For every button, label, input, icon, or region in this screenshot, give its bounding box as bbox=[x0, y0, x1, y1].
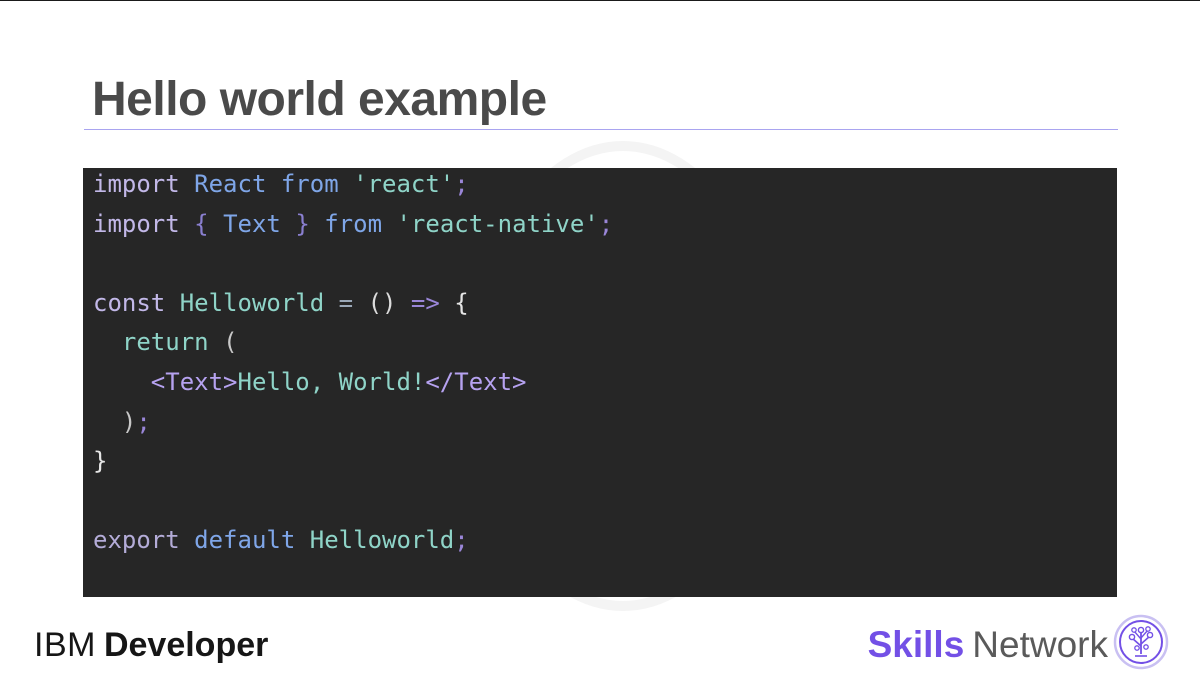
title-divider bbox=[84, 129, 1118, 130]
code-token: 'react-native' bbox=[396, 209, 599, 238]
code-token: from bbox=[324, 209, 383, 238]
code-token: Helloworld bbox=[179, 288, 325, 317]
code-token: <Text> bbox=[150, 367, 238, 396]
code-block: import React from 'react'; import { Text … bbox=[83, 168, 1117, 597]
code-token: from bbox=[280, 170, 339, 198]
ibm-wordmark: IBM bbox=[34, 626, 96, 664]
code-token: = bbox=[338, 288, 354, 317]
code-line: import React from 'react'; bbox=[93, 165, 1117, 205]
code-token: 'react' bbox=[353, 170, 455, 198]
code-token: ) bbox=[121, 407, 137, 436]
code-line: <Text>Hello, World!</Text> bbox=[93, 363, 1117, 403]
code-line: ); bbox=[93, 403, 1117, 443]
code-token: import bbox=[93, 170, 180, 198]
code-token: ; bbox=[136, 407, 151, 436]
code-token: => bbox=[410, 288, 440, 317]
code-token: Helloworld bbox=[309, 526, 455, 555]
code-token: ( bbox=[223, 328, 238, 357]
code-token: } bbox=[295, 209, 310, 238]
code-line: } bbox=[93, 442, 1117, 482]
code-token: Text bbox=[223, 209, 281, 238]
code-token: { bbox=[454, 288, 469, 317]
developer-wordmark: Developer bbox=[103, 626, 269, 664]
code-token: import bbox=[93, 209, 180, 238]
code-line: import { Text } from 'react-native'; bbox=[93, 205, 1117, 245]
code-token: const bbox=[93, 288, 166, 317]
skills-label: Skills bbox=[867, 624, 965, 665]
code-line: const Helloworld = () => { bbox=[93, 284, 1117, 324]
code-token: } bbox=[93, 447, 108, 476]
code-token: </Text> bbox=[425, 367, 527, 396]
skills-network-logo-icon bbox=[1113, 614, 1169, 670]
code-token: ; bbox=[454, 526, 469, 555]
code-token: export bbox=[93, 526, 180, 555]
code-token: default bbox=[194, 526, 296, 555]
ibm-developer-logo: IBM Developer bbox=[34, 623, 268, 667]
network-label: Network bbox=[972, 624, 1108, 665]
code-token: () bbox=[367, 288, 397, 317]
code-token: React bbox=[194, 170, 267, 198]
code-token: Hello, World! bbox=[237, 367, 426, 396]
slide: Hello world example import React from 'r… bbox=[0, 0, 1200, 675]
code-token: ; bbox=[598, 209, 614, 238]
code-line: return ( bbox=[93, 323, 1117, 363]
skills-network-wordmark: Skills Network bbox=[868, 623, 1108, 667]
slide-title: Hello world example bbox=[92, 73, 547, 126]
code-token: return bbox=[121, 328, 209, 357]
code-line: export default Helloworld; bbox=[93, 521, 1117, 561]
code-token: { bbox=[194, 209, 209, 238]
code-token: ; bbox=[454, 170, 469, 198]
